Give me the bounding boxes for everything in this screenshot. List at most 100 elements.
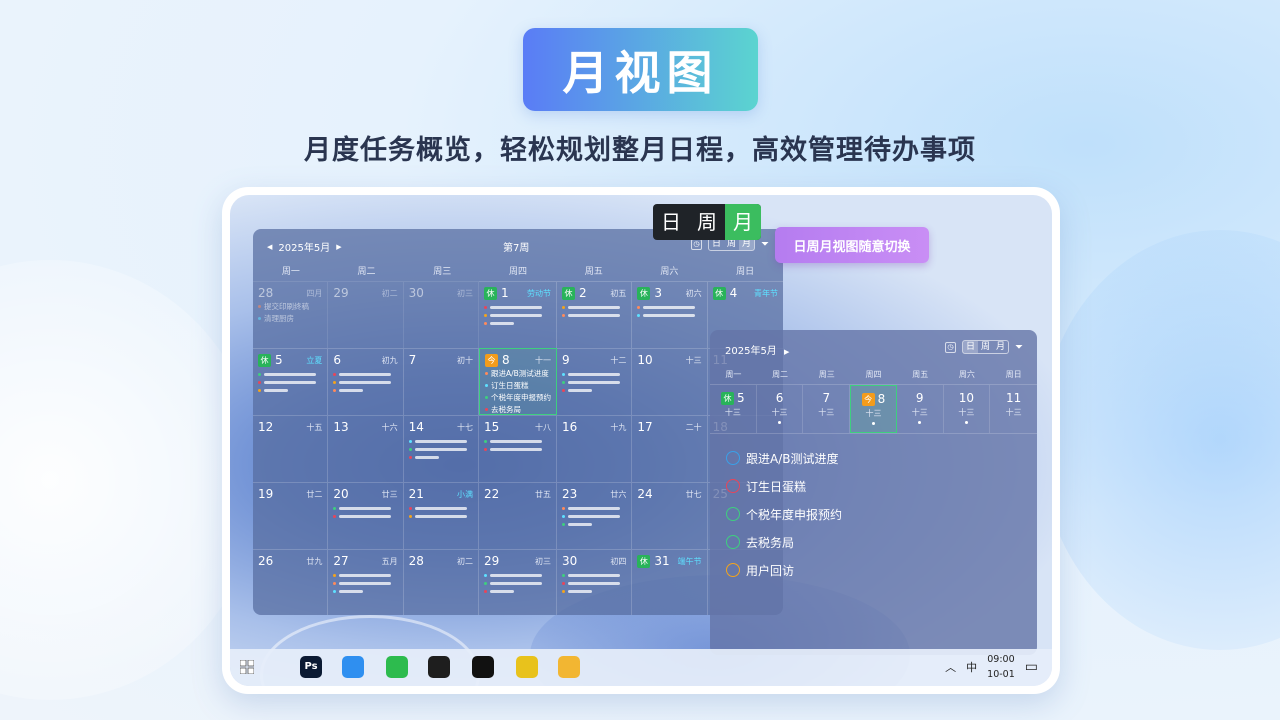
week-day-cell[interactable]: 6 十三 [757,385,804,433]
task-item[interactable]: 个税年度申报预约 [726,500,1021,528]
day-cell[interactable]: 27 五月 [328,549,404,615]
event-bar[interactable] [333,381,392,384]
day-cell[interactable]: 12 十五 [253,415,329,482]
view-switcher[interactable]: 日 周 月 [653,204,761,240]
day-cell[interactable]: 17 二十 [632,415,708,482]
event-item[interactable]: 去税务局 [485,404,551,415]
day-cell[interactable]: 9 十二 [557,348,633,415]
day-cell[interactable]: 28 四月 提交印刷终稿 清理厨房 [253,281,329,348]
switch-week[interactable]: 周 [689,204,725,240]
event-bar[interactable] [562,590,592,593]
week-view-month[interactable]: 月 [993,341,1008,353]
event-bar[interactable] [484,448,542,451]
switch-day[interactable]: 日 [653,204,689,240]
day-cell[interactable]: 19 廿二 [253,482,329,549]
event-bar[interactable] [408,507,467,510]
event-bar[interactable] [333,389,364,392]
ime-indicator[interactable]: 中 [966,659,977,675]
notification-icon[interactable]: ▭ [1025,659,1038,675]
event-bar[interactable] [333,574,392,577]
event-bar[interactable] [562,574,620,577]
day-cell[interactable]: 休 31 端午节 [632,549,708,615]
event-bar[interactable] [333,582,392,585]
qq-icon[interactable] [472,656,494,678]
event-item[interactable]: 跟进A/B测试进度 [485,368,551,379]
day-cell[interactable]: 21 小满 [403,482,479,549]
event-bar[interactable] [484,574,542,577]
week-filter-icon[interactable]: ⏷ [1015,342,1023,353]
day-cell[interactable]: 28 初二 [403,549,479,615]
week-view-switch[interactable]: 日 周 月 [961,340,1009,354]
event-bar[interactable] [562,389,592,392]
task-checkbox[interactable] [726,535,740,549]
windows-start-icon[interactable] [240,660,254,674]
today-icon[interactable]: ◷ [690,238,702,250]
folder-icon[interactable] [558,656,580,678]
task-item[interactable]: 去税务局 [726,528,1021,556]
event-item[interactable]: 清理厨房 [258,313,322,324]
day-cell[interactable]: 26 廿九 [253,549,329,615]
day-cell[interactable]: 16 十九 [557,415,633,482]
day-cell[interactable]: 14 十七 [403,415,479,482]
event-bar[interactable] [333,373,392,376]
tray-chevron-up-icon[interactable]: ︿ [945,659,956,675]
week-day-cell[interactable]: 今 8 十三 [850,385,897,433]
week-day-cell[interactable]: 休 5 十三 [710,385,757,433]
event-bar[interactable] [408,456,439,459]
task-checkbox[interactable] [726,507,740,521]
event-bar[interactable] [562,314,620,317]
event-bar[interactable] [333,515,392,518]
day-cell[interactable]: 休 2 初五 [557,281,633,348]
event-bar[interactable] [258,373,316,376]
day-cell[interactable]: 23 廿六 [557,482,633,549]
week-today-icon[interactable]: ◷ [944,341,956,353]
day-cell[interactable]: 30 初三 [403,281,479,348]
event-bar[interactable] [333,590,364,593]
day-cell[interactable]: 13 十六 [328,415,404,482]
figma-icon[interactable] [428,656,450,678]
day-cell[interactable]: 30 初四 [557,549,633,615]
day-cell[interactable]: 休 3 初六 [632,281,708,348]
day-cell[interactable]: 15 十八 [479,415,557,482]
week-day-cell[interactable]: 11 十三 [990,385,1037,433]
prev-month-icon[interactable]: ◀ [267,243,272,251]
event-bar[interactable] [562,515,620,518]
event-bar[interactable] [408,448,467,451]
event-bar[interactable] [562,306,620,309]
event-bar[interactable] [408,515,467,518]
event-bar[interactable] [562,582,620,585]
day-cell[interactable]: 29 初二 [328,281,404,348]
event-bar[interactable] [484,306,542,309]
event-bar[interactable] [408,440,467,443]
event-bar[interactable] [562,523,592,526]
event-item[interactable]: 个税年度申报预约 [485,392,551,403]
day-cell[interactable]: 今 8 十一 跟进A/B测试进度 订生日蛋糕 个税年度申报预约 去税务局 [479,348,557,415]
week-view-week[interactable]: 周 [978,341,993,353]
week-day-cell[interactable]: 7 十三 [803,385,851,433]
day-cell[interactable]: 24 廿七 [632,482,708,549]
event-bar[interactable] [258,389,288,392]
day-cell[interactable]: 6 初九 [328,348,404,415]
event-bar[interactable] [484,590,514,593]
event-bar[interactable] [562,373,620,376]
event-item[interactable]: 订生日蛋糕 [485,380,551,391]
task-checkbox[interactable] [726,451,740,465]
event-bar[interactable] [484,322,514,325]
task-checkbox[interactable] [726,479,740,493]
week-day-cell[interactable]: 10 十三 [944,385,991,433]
task-item[interactable]: 跟进A/B测试进度 [726,444,1021,472]
day-cell[interactable]: 休 1 劳动节 [479,281,557,348]
browser-icon[interactable] [342,656,364,678]
day-cell[interactable]: 7 初十 [403,348,479,415]
event-bar[interactable] [484,440,542,443]
next-month-icon[interactable]: ▶ [336,243,341,251]
event-bar[interactable] [562,507,620,510]
event-bar[interactable] [484,314,542,317]
day-cell[interactable]: 20 廿三 [328,482,404,549]
task-checkbox[interactable] [726,563,740,577]
event-bar[interactable] [484,582,542,585]
event-bar[interactable] [637,306,696,309]
day-cell[interactable]: 22 廿五 [479,482,557,549]
event-item[interactable]: 提交印刷终稿 [258,301,322,312]
week-view-day[interactable]: 日 [962,341,978,353]
